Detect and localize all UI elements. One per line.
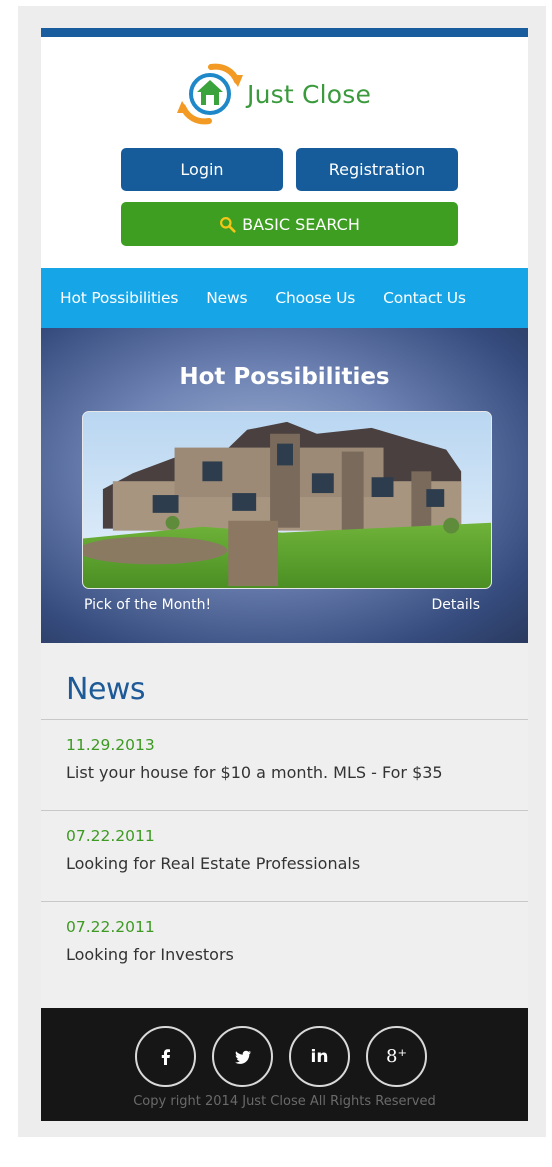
house-photo [83, 412, 491, 588]
featured-house-image[interactable] [82, 411, 492, 589]
nav-item-news[interactable]: News [206, 289, 247, 307]
news-item[interactable]: 07.22.2011 Looking for Real Estate Profe… [41, 810, 528, 901]
news-date: 07.22.2011 [66, 827, 155, 845]
twitter-icon[interactable] [212, 1026, 273, 1087]
hot-possibilities-section: Hot Possibilities Pick of the Month! Det… [41, 328, 528, 643]
basic-search-label: BASIC SEARCH [242, 214, 360, 234]
header: Just Close Login Registration BASIC SEAR… [41, 37, 528, 268]
google-plus-glyph: 8⁺ [386, 1046, 407, 1067]
linkedin-glyph: in [310, 1046, 329, 1067]
login-button[interactable]: Login [121, 148, 283, 191]
registration-label: Registration [328, 160, 426, 179]
facebook-icon[interactable] [135, 1026, 196, 1087]
copyright-text: Copy right 2014 Just Close All Rights Re… [133, 1094, 436, 1109]
twitter-glyph [234, 1050, 251, 1064]
social-links: in 8⁺ [135, 1026, 427, 1087]
news-list: 11.29.2013 List your house for $10 a mon… [41, 719, 528, 992]
news-date: 11.29.2013 [66, 736, 155, 754]
facebook-glyph [161, 1048, 170, 1065]
hero-title: Hot Possibilities [179, 364, 390, 390]
news-item[interactable]: 11.29.2013 List your house for $10 a mon… [41, 719, 528, 810]
main-nav: Hot Possibilities News Choose Us Contact… [41, 268, 528, 328]
nav-item-contact-us[interactable]: Contact Us [383, 289, 466, 307]
footer: in 8⁺ Copy right 2014 Just Close All Rig… [41, 1008, 528, 1121]
basic-search-button[interactable]: BASIC SEARCH [121, 202, 458, 246]
login-label: Login [180, 160, 224, 179]
search-icon [220, 216, 236, 233]
page: Just Close Login Registration BASIC SEAR… [41, 28, 528, 1121]
news-date: 07.22.2011 [66, 918, 155, 936]
google-plus-icon[interactable]: 8⁺ [366, 1026, 427, 1087]
news-heading: News [66, 672, 146, 707]
registration-button[interactable]: Registration [296, 148, 458, 191]
linkedin-icon[interactable]: in [289, 1026, 350, 1087]
top-accent-bar [41, 28, 528, 37]
news-item[interactable]: 07.22.2011 Looking for Investors [41, 901, 528, 992]
nav-item-hot-possibilities[interactable]: Hot Possibilities [60, 289, 178, 307]
pick-of-month-caption: Pick of the Month! [84, 597, 212, 613]
news-text: Looking for Investors [66, 945, 234, 964]
brand-name: Just Close [247, 79, 372, 109]
news-text: List your house for $10 a month. MLS - F… [66, 763, 443, 782]
news-section: News 11.29.2013 List your house for $10 … [41, 643, 528, 1008]
news-text: Looking for Real Estate Professionals [66, 854, 361, 873]
house-logo-icon [177, 63, 243, 125]
logo[interactable]: Just Close [175, 59, 405, 129]
details-link[interactable]: Details [431, 597, 480, 613]
nav-item-choose-us[interactable]: Choose Us [275, 289, 355, 307]
